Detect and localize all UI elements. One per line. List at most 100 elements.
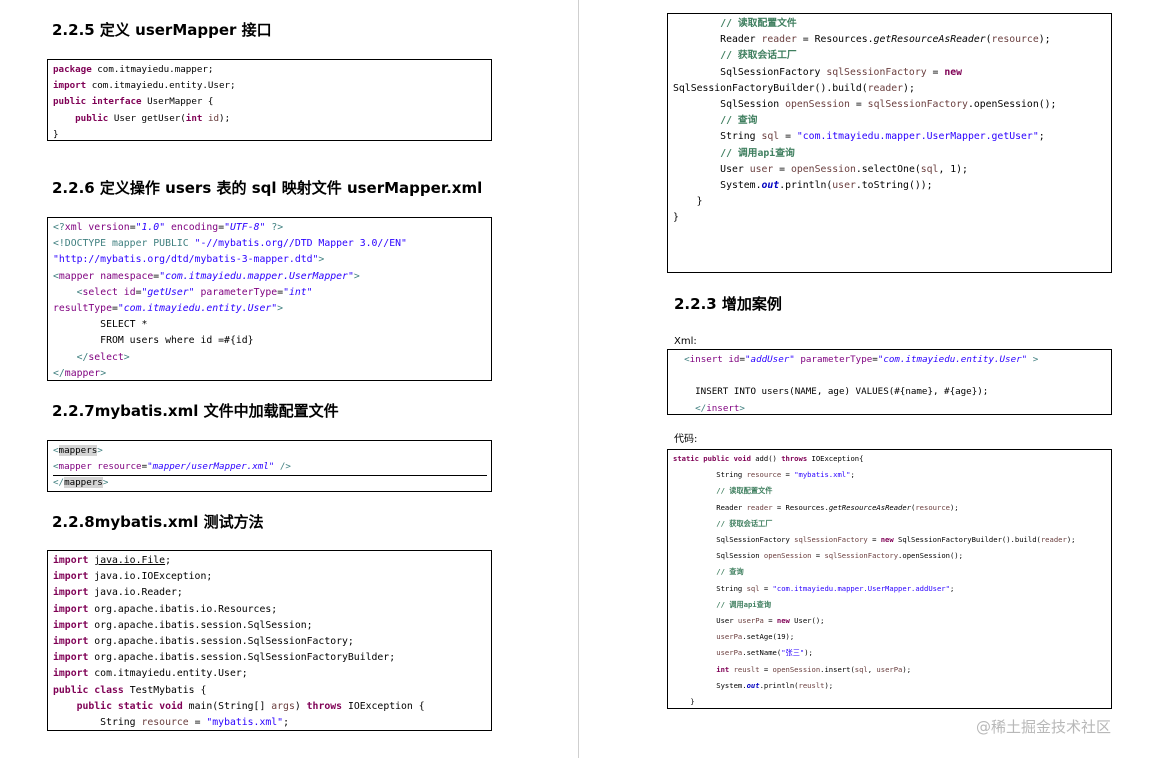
code-token: reader	[867, 82, 904, 94]
code-token: >	[102, 477, 109, 489]
code-token: out	[761, 180, 780, 192]
code-token: >	[277, 303, 284, 315]
code-token: <?	[53, 222, 65, 233]
code-token: com.itmayiedu.entity.User;	[88, 668, 248, 680]
code-token: void	[159, 700, 183, 712]
code-line: Reader reader = Resources.getResourceAsR…	[673, 500, 1111, 516]
code-token: =	[849, 99, 868, 111]
code-token: new	[776, 616, 790, 626]
code-token: public	[53, 96, 87, 108]
code-token: org.apache.ibatis.io.Resources;	[88, 603, 278, 615]
code-line: // 调用api查询	[673, 146, 1111, 162]
code-token: userPa	[737, 616, 764, 626]
code-token: package	[53, 64, 92, 75]
code-block-interface: package com.itmayiedu.mapper; import com.…	[47, 59, 492, 141]
code-line: int reuslt = openSession.insert(sql, use…	[673, 662, 1111, 678]
code-token: "int"	[283, 286, 313, 298]
watermark: @稀土掘金技术社区	[976, 718, 1112, 736]
code-lines: package com.itmayiedu.mapper; import com.…	[48, 60, 491, 140]
code-token: id	[207, 112, 220, 124]
code-token: );	[1066, 535, 1076, 545]
code-token: sql	[920, 163, 939, 175]
code-token: );	[804, 648, 813, 658]
code-token: mapper	[58, 461, 92, 473]
code-token: import	[53, 571, 89, 583]
code-token: static	[673, 454, 699, 463]
code-token: .openSession();	[898, 551, 963, 561]
code-token: );	[949, 502, 959, 512]
code-token: );	[219, 112, 231, 124]
code-token: new	[944, 66, 963, 78]
heading-test-method: 2.2.8mybatis.xml 测试方法	[52, 513, 264, 531]
code-line: public static void main(String[] args) t…	[53, 699, 491, 715]
code-token: openSession	[763, 551, 812, 561]
code-token: version	[88, 222, 130, 233]
code-token: sqlSessionFactory	[794, 535, 868, 545]
code-token: reader	[761, 34, 797, 46]
code-token: args	[271, 700, 295, 712]
code-token: SqlSessionFactoryBuilder().build(	[673, 82, 868, 94]
code-token: user	[749, 163, 774, 175]
code-token: mapper	[58, 270, 95, 282]
code-token: );	[824, 680, 834, 690]
code-line: <mappers>	[53, 443, 491, 459]
code-token: "-//mybatis.org//DTD Mapper 3.0//EN"	[194, 238, 407, 250]
code-token: 查询	[775, 147, 795, 159]
code-line: <select id="getUser" parameterType="int"	[53, 285, 491, 301]
code-token: sqlSessionFactory	[826, 66, 927, 78]
code-line: </select>	[53, 350, 491, 366]
code-lines: // 读取配置文件 Reader reader = Resources.getR…	[668, 14, 1111, 227]
code-token: User	[673, 163, 750, 175]
code-line: SELECT *	[53, 317, 491, 333]
page-divider	[578, 0, 579, 758]
code-line: User user = openSession.selectOne(sql, 1…	[673, 162, 1111, 178]
code-token: insert	[689, 354, 723, 365]
code-token: </	[53, 477, 65, 489]
code-line: <?xml version="1.0" encoding="UTF-8" ?>	[53, 220, 491, 236]
code-lines: import java.io.File; import java.io.IOExc…	[48, 551, 491, 730]
code-token: public	[75, 112, 109, 124]
code-token: select	[88, 351, 124, 363]
code-token: "UTF-8"	[224, 222, 266, 233]
code-token: String	[673, 470, 747, 480]
code-token: }	[673, 212, 679, 224]
label-code: 代码:	[674, 434, 698, 445]
code-token: User	[673, 616, 738, 626]
code-token: UserMapper {	[141, 96, 214, 108]
code-token: String	[53, 717, 142, 729]
code-token: );	[903, 82, 915, 94]
code-token: org.apache.ibatis.session.SqlSession;	[88, 619, 313, 631]
code-underline	[53, 475, 487, 476]
code-line: FROM users where id =#{id}	[53, 333, 491, 349]
code-line: import org.apache.ibatis.io.Resources;	[53, 602, 491, 618]
code-line: import java.io.File;	[53, 553, 491, 569]
code-token: </	[53, 367, 65, 379]
code-token: throws	[306, 700, 343, 712]
code-token: namespace	[100, 270, 154, 282]
code-token: xml	[64, 222, 83, 233]
code-line: System.out.println(user.toString());	[673, 178, 1111, 194]
code-token: id	[123, 286, 136, 298]
code-token: mappers	[58, 445, 98, 456]
code-token: = Resources.	[772, 502, 829, 512]
code-line: // 查询	[673, 113, 1111, 129]
code-line: public class TestMybatis {	[53, 683, 491, 699]
code-token: System.	[673, 180, 762, 192]
code-line: SqlSessionFactory sqlSessionFactory = ne…	[673, 532, 1111, 548]
code-line: <insert id="addUser" parameterType="com.…	[673, 352, 1111, 368]
code-token: >	[100, 367, 107, 379]
heading-load-config: 2.2.7mybatis.xml 文件中加载配置文件	[52, 402, 339, 420]
code-line: static public void add() throws IOExcept…	[673, 451, 1111, 467]
heading-mapper-xml: 2.2.6 定义操作 users 表的 sql 映射文件 userMapper.…	[52, 179, 483, 197]
code-token: String	[673, 131, 762, 143]
code-line: import org.apache.ibatis.session.SqlSess…	[53, 618, 491, 634]
code-line: System.out.println(reuslt);	[673, 678, 1111, 694]
code-token: }	[673, 697, 695, 707]
code-lines: <insert id="addUser" parameterType="com.…	[668, 350, 1111, 414]
code-token: SqlSession	[673, 99, 786, 111]
